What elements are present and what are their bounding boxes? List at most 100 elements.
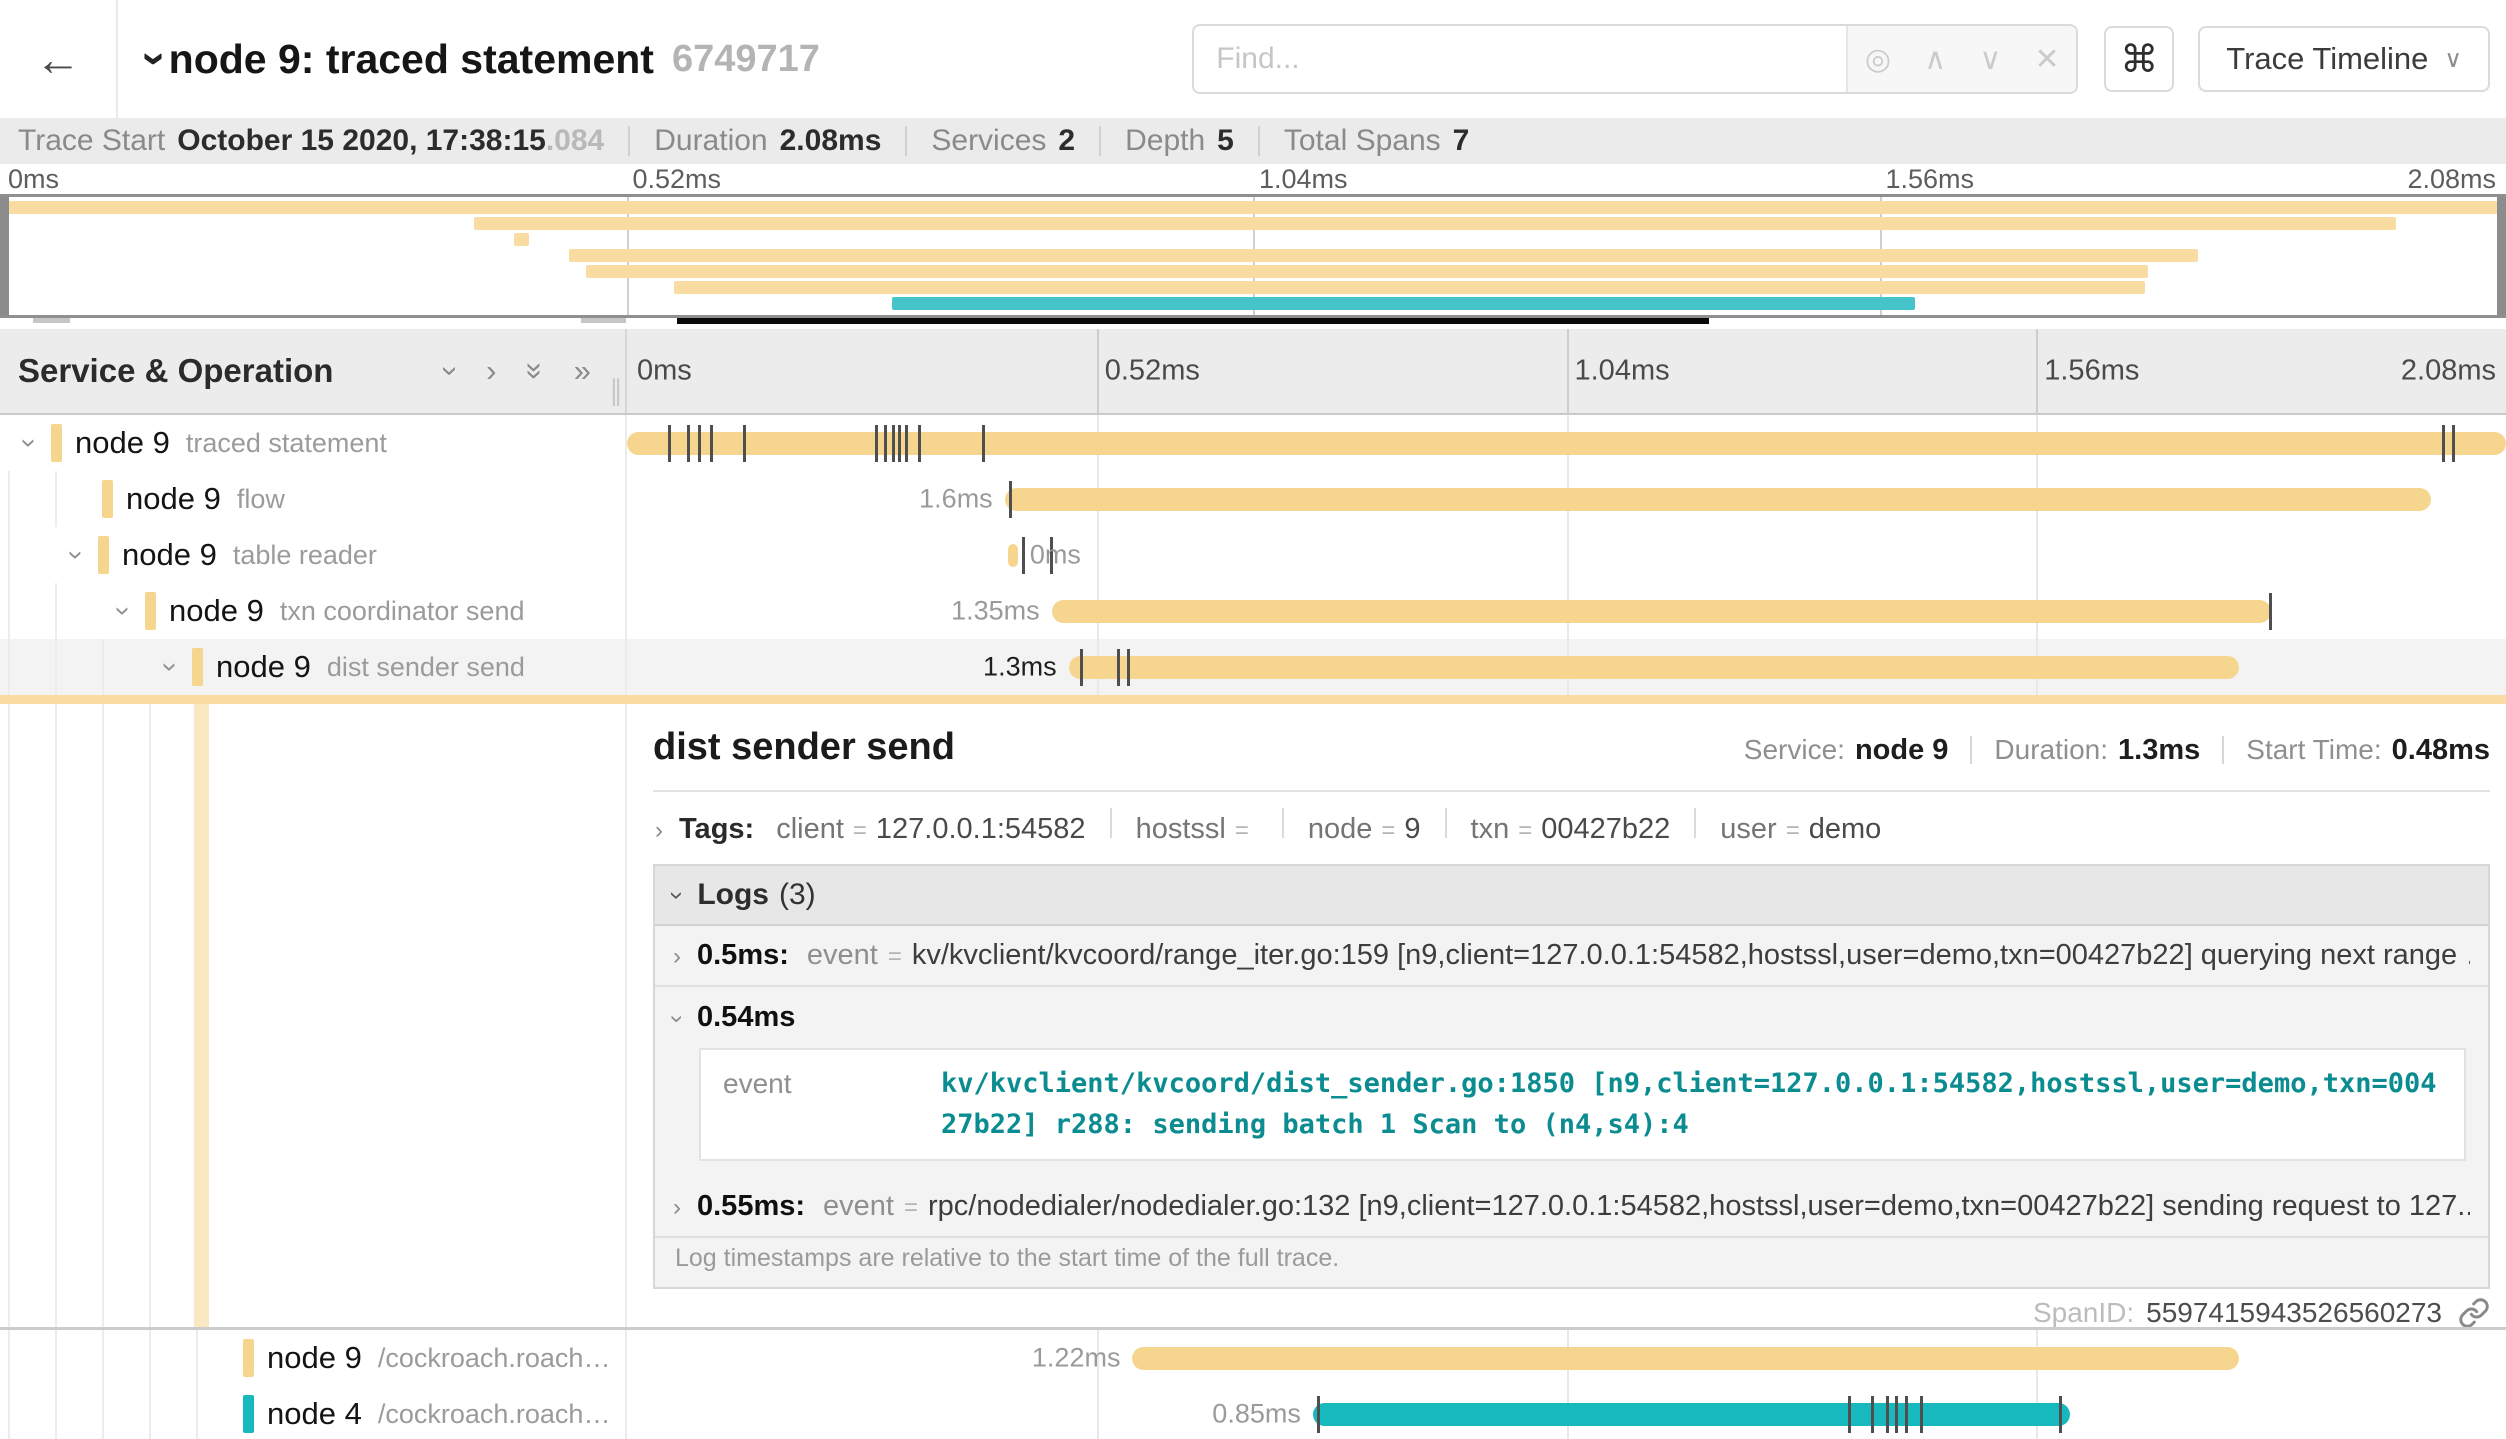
span-detail-panel: dist sender send Service:node 9Duration:… bbox=[625, 704, 2506, 1327]
span-timeline-cell[interactable]: 1.3ms bbox=[625, 639, 2506, 695]
expand-all-icon[interactable]: » bbox=[574, 353, 591, 389]
tags-row[interactable]: › Tags: client=127.0.0.1:54582hostssl=no… bbox=[653, 792, 2490, 864]
span-timeline-cell[interactable] bbox=[625, 415, 2506, 471]
span-collapse-chevron[interactable]: › bbox=[149, 651, 192, 683]
find-prev-icon[interactable]: ∧ bbox=[1924, 42, 1946, 77]
find-input[interactable] bbox=[1194, 26, 1846, 92]
tag-key: node bbox=[1308, 813, 1373, 845]
minimap-axis-label: 1.56ms bbox=[1886, 164, 1975, 195]
scrollbar-stub bbox=[33, 318, 71, 323]
chevron-down-icon: › bbox=[663, 1015, 691, 1023]
find-box: ◎ ∧ ∨ ✕ bbox=[1192, 24, 2078, 94]
span-row[interactable]: node 4/cockroach.roachpb.I…0.85ms bbox=[0, 1386, 2506, 1439]
trace-summary-item: Trace StartOctober 15 2020, 17:38:15.084 bbox=[18, 124, 604, 158]
span-color-bar bbox=[145, 592, 156, 630]
span-duration-bar[interactable] bbox=[1008, 544, 1017, 567]
span-timeline-cell[interactable]: 0.85ms bbox=[625, 1386, 2506, 1439]
span-timeline-cell[interactable]: 0ms bbox=[625, 527, 2506, 583]
collapse-trace-chevron[interactable]: › bbox=[148, 34, 163, 84]
logs-header[interactable]: › Logs (3) bbox=[655, 866, 2488, 926]
log-entry[interactable]: ›0.5ms:event=kv/kvclient/kvcoord/range_i… bbox=[655, 926, 2488, 987]
locate-icon[interactable]: ◎ bbox=[1865, 42, 1891, 77]
find-next-icon[interactable]: ∨ bbox=[1979, 42, 2001, 77]
back-button[interactable]: ← bbox=[0, 0, 118, 118]
separator bbox=[1970, 736, 1972, 764]
log-marker-tick bbox=[743, 425, 746, 462]
indent-guide bbox=[102, 1386, 149, 1439]
span-duration-bar[interactable] bbox=[1313, 1403, 2070, 1426]
minimap-drag-handle-left[interactable] bbox=[0, 197, 9, 315]
separator bbox=[1110, 808, 1112, 838]
span-row[interactable]: ›node 9txn coordinator send 1.35ms bbox=[0, 583, 2506, 639]
tag-key: user bbox=[1720, 813, 1776, 845]
tag-item: node=9 bbox=[1308, 813, 1421, 846]
span-duration-bar[interactable] bbox=[1005, 488, 2431, 511]
column-resize-grip[interactable]: ∥ bbox=[609, 374, 623, 407]
span-color-bar bbox=[51, 424, 62, 462]
chevron-down-icon: › bbox=[107, 606, 139, 615]
span-duration-bar[interactable] bbox=[1052, 600, 2271, 623]
span-tree-cell[interactable]: node 9/cockroach.roachpb.I… bbox=[0, 1330, 625, 1386]
span-collapse-chevron[interactable]: › bbox=[8, 427, 51, 459]
indent-guide bbox=[8, 704, 10, 1327]
span-timeline-cell[interactable]: 1.22ms bbox=[625, 1330, 2506, 1386]
tag-value: 9 bbox=[1404, 813, 1420, 845]
span-tree-cell[interactable]: ›node 9table reader bbox=[0, 527, 625, 583]
log-entry[interactable]: ›0.55ms:event=rpc/nodedialer/nodedialer.… bbox=[655, 1177, 2488, 1238]
log-field-key: event bbox=[701, 1050, 941, 1159]
span-timeline-cell[interactable]: 1.6ms bbox=[625, 471, 2506, 527]
separator bbox=[905, 126, 907, 156]
span-tree-cell[interactable]: node 9flow bbox=[0, 471, 625, 527]
collapse-all-icon[interactable]: » bbox=[527, 353, 544, 389]
span-collapse-chevron[interactable]: › bbox=[55, 539, 98, 571]
clear-find-icon[interactable]: ✕ bbox=[2035, 42, 2060, 77]
indent-guide bbox=[102, 639, 149, 695]
minimap-axis-label: 0ms bbox=[8, 164, 59, 195]
indent-guide bbox=[8, 1330, 55, 1386]
timeline-scrollbar[interactable] bbox=[677, 318, 1709, 324]
separator bbox=[1099, 126, 1101, 156]
tree-controls: › › » » bbox=[446, 353, 591, 389]
span-row[interactable]: ›node 9table reader0ms bbox=[0, 527, 2506, 583]
minimap-axis-labels: 0ms0.52ms1.04ms1.56ms2.08ms bbox=[0, 164, 2506, 192]
span-tree-cell[interactable]: ›node 9txn coordinator send bbox=[0, 583, 625, 639]
span-tree-cell[interactable]: ›node 9dist sender send bbox=[0, 639, 625, 695]
log-field-value: kv/kvclient/kvcoord/range_iter.go:159 [n… bbox=[912, 939, 2470, 972]
collapse-one-icon[interactable]: › bbox=[446, 353, 456, 389]
chevron-down-icon: › bbox=[130, 52, 180, 67]
chevron-down-icon: › bbox=[60, 550, 92, 559]
tag-key: txn bbox=[1471, 813, 1510, 845]
log-marker-tick bbox=[982, 425, 985, 462]
span-row[interactable]: node 9/cockroach.roachpb.I…1.22ms bbox=[0, 1330, 2506, 1386]
trace-summary-item: Duration2.08ms bbox=[654, 124, 881, 158]
link-icon[interactable] bbox=[2458, 1297, 2490, 1327]
minimap-canvas[interactable] bbox=[0, 194, 2506, 318]
chevron-right-icon: › bbox=[673, 1194, 681, 1222]
span-row[interactable]: ›node 9dist sender send1.3ms bbox=[0, 639, 2506, 695]
minimap-drag-handle-right[interactable] bbox=[2497, 197, 2506, 315]
tag-key: hostssl bbox=[1136, 813, 1226, 845]
span-duration-bar[interactable] bbox=[627, 432, 2506, 455]
operation-name: /cockroach.roachpb.I… bbox=[378, 1343, 625, 1374]
expand-one-icon[interactable]: › bbox=[486, 353, 496, 389]
log-entry-expanded-header[interactable]: ›0.54ms bbox=[655, 987, 2488, 1042]
log-marker-tick bbox=[1317, 1396, 1320, 1433]
log-timestamp: 0.55ms: bbox=[697, 1190, 805, 1223]
span-row[interactable]: ›node 9traced statement bbox=[0, 415, 2506, 471]
keyboard-shortcuts-button[interactable]: ⌘ bbox=[2104, 26, 2174, 92]
span-tree-cell[interactable]: node 4/cockroach.roachpb.I… bbox=[0, 1386, 625, 1439]
indent-guide bbox=[8, 1386, 55, 1439]
summary-value: October 15 2020, 17:38:15 bbox=[177, 124, 546, 158]
span-duration-bar[interactable] bbox=[1132, 1347, 2239, 1370]
indent-guide bbox=[149, 704, 151, 1327]
span-collapse-chevron[interactable]: › bbox=[102, 595, 145, 627]
span-tree-cell[interactable]: ›node 9traced statement bbox=[0, 415, 625, 471]
trace-view-select[interactable]: Trace Timeline ∨ bbox=[2198, 26, 2490, 92]
span-timeline-cell[interactable]: 1.35ms bbox=[625, 583, 2506, 639]
span-detail-header: dist sender send Service:node 9Duration:… bbox=[653, 724, 2490, 770]
span-duration-bar[interactable] bbox=[1069, 656, 2240, 679]
span-row[interactable]: node 9flow1.6ms bbox=[0, 471, 2506, 527]
span-duration-label: 1.35ms bbox=[951, 596, 1040, 627]
log-field-table: eventkv/kvclient/kvcoord/dist_sender.go:… bbox=[699, 1048, 2466, 1161]
timeline-gridline bbox=[1097, 527, 1099, 583]
